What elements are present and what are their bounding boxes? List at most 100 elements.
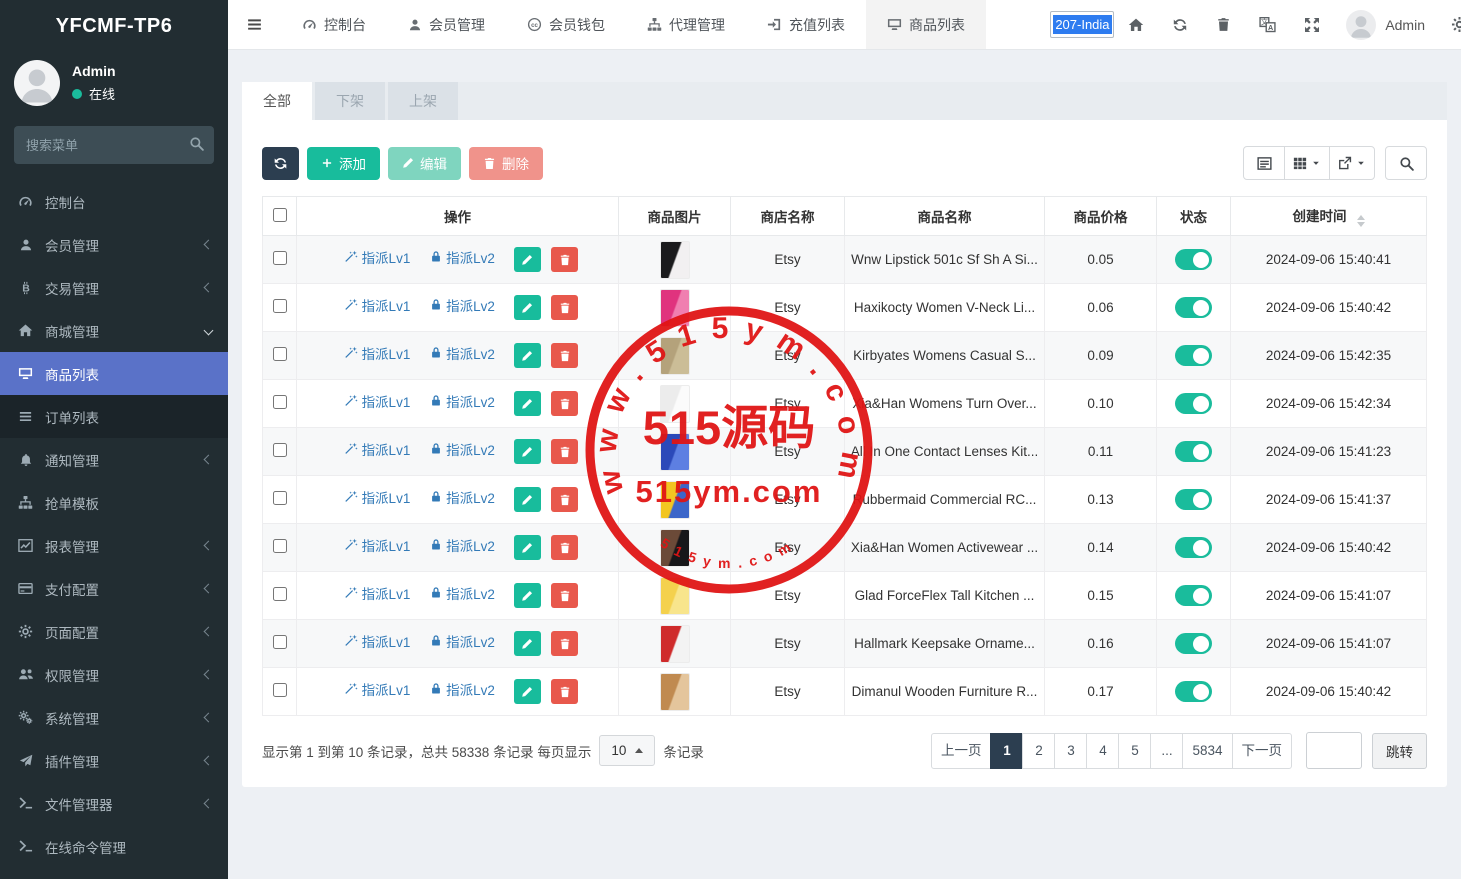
page-jump-button[interactable]: 跳转 xyxy=(1372,732,1427,769)
delete-row-button[interactable] xyxy=(551,487,579,513)
assign-lv1-link[interactable]: 指派Lv1 xyxy=(344,247,410,267)
trash-icon[interactable] xyxy=(1202,0,1245,49)
row-checkbox[interactable] xyxy=(272,635,287,649)
sidebar-item-mall-manage[interactable]: 商城管理 xyxy=(0,309,228,352)
row-checkbox[interactable] xyxy=(272,491,287,505)
status-toggle[interactable] xyxy=(1175,393,1212,414)
edit-row-button[interactable] xyxy=(513,583,541,609)
sidebar-item-file-manager[interactable]: 文件管理器 xyxy=(0,782,228,825)
columns-button[interactable] xyxy=(1284,146,1330,180)
sidebar-item-order-list[interactable]: 订单列表 xyxy=(0,395,228,438)
assign-lv2-link[interactable]: 指派Lv2 xyxy=(430,583,495,603)
menu-search-input[interactable] xyxy=(14,126,214,164)
sidebar-item-online-command[interactable]: 在线命令管理 xyxy=(0,825,228,868)
assign-lv1-link[interactable]: 指派Lv1 xyxy=(344,487,410,507)
edit-row-button[interactable] xyxy=(513,343,541,369)
edit-row-button[interactable] xyxy=(513,679,541,705)
row-checkbox[interactable] xyxy=(272,395,287,409)
topnav-item-member-wallet[interactable]: cc 会员钱包 xyxy=(506,0,626,49)
status-toggle[interactable] xyxy=(1175,585,1212,606)
delete-row-button[interactable] xyxy=(551,391,579,417)
assign-lv2-link[interactable]: 指派Lv2 xyxy=(430,487,495,507)
refresh-icon[interactable] xyxy=(1158,0,1202,49)
topnav-item-member-manage[interactable]: 会员管理 xyxy=(387,0,506,49)
page-button[interactable]: 4 xyxy=(1086,732,1120,769)
assign-lv1-link[interactable]: 指派Lv1 xyxy=(344,295,410,315)
assign-lv2-link[interactable]: 指派Lv2 xyxy=(430,343,495,363)
edit-row-button[interactable] xyxy=(513,487,541,513)
page-button[interactable]: 5 xyxy=(1118,732,1152,769)
assign-lv2-link[interactable]: 指派Lv2 xyxy=(430,439,495,459)
assign-lv2-link[interactable]: 指派Lv2 xyxy=(430,679,495,699)
page-button[interactable]: 3 xyxy=(1054,732,1088,769)
topnav-item-goods-list[interactable]: 商品列表 xyxy=(866,0,986,49)
page-button[interactable]: 下一页 xyxy=(1231,732,1292,769)
status-toggle[interactable] xyxy=(1175,297,1212,318)
column-header-created[interactable]: 创建时间 xyxy=(1230,196,1427,236)
sidebar-item-system-manage[interactable]: 系统管理 xyxy=(0,696,228,739)
fullscreen-icon[interactable] xyxy=(1290,0,1334,49)
delete-row-button[interactable] xyxy=(551,535,579,561)
page-button[interactable]: 上一页 xyxy=(930,732,992,769)
row-checkbox[interactable] xyxy=(272,539,287,553)
row-checkbox[interactable] xyxy=(272,251,287,265)
delete-row-button[interactable] xyxy=(551,583,579,609)
status-toggle[interactable] xyxy=(1175,249,1212,270)
delete-row-button[interactable] xyxy=(551,679,579,705)
assign-lv1-link[interactable]: 指派Lv1 xyxy=(344,631,410,651)
page-size-select[interactable]: 10 xyxy=(599,735,656,766)
host-input[interactable]: 207-India xyxy=(1050,11,1115,38)
sidebar-item-payment-config[interactable]: 支付配置 xyxy=(0,567,228,610)
sidebar-item-notice-manage[interactable]: 通知管理 xyxy=(0,438,228,481)
topnav-item-recharge-list[interactable]: 充值列表 xyxy=(746,0,866,49)
topnav-item-agent-manage[interactable]: 代理管理 xyxy=(626,0,746,49)
sidebar-item-report-manage[interactable]: 报表管理 xyxy=(0,524,228,567)
sidebar-item-permission-manage[interactable]: 权限管理 xyxy=(0,653,228,696)
detail-view-button[interactable] xyxy=(1243,146,1285,180)
row-checkbox[interactable] xyxy=(272,299,287,313)
assign-lv1-link[interactable]: 指派Lv1 xyxy=(344,391,410,411)
select-all-checkbox[interactable] xyxy=(272,207,287,222)
row-checkbox[interactable] xyxy=(272,347,287,361)
delete-row-button[interactable] xyxy=(551,439,579,465)
assign-lv2-link[interactable]: 指派Lv2 xyxy=(430,391,495,411)
export-button[interactable] xyxy=(1329,146,1375,180)
assign-lv2-link[interactable]: 指派Lv2 xyxy=(430,247,495,267)
sidebar-item-plugin-manage[interactable]: 插件管理 xyxy=(0,739,228,782)
edit-row-button[interactable] xyxy=(513,535,541,561)
page-button[interactable]: 2 xyxy=(1022,732,1056,769)
assign-lv2-link[interactable]: 指派Lv2 xyxy=(430,535,495,555)
edit-row-button[interactable] xyxy=(513,247,541,273)
delete-row-button[interactable] xyxy=(551,247,579,273)
assign-lv1-link[interactable]: 指派Lv1 xyxy=(344,583,410,603)
sidebar-toggle-button[interactable] xyxy=(228,0,281,49)
filter-tab[interactable]: 上架 xyxy=(388,82,458,120)
sidebar-item-grab-template[interactable]: 抢单模板 xyxy=(0,481,228,524)
sort-icon[interactable] xyxy=(1356,215,1365,227)
row-checkbox[interactable] xyxy=(272,683,287,697)
edit-row-button[interactable] xyxy=(513,439,541,465)
assign-lv2-link[interactable]: 指派Lv2 xyxy=(430,295,495,315)
refresh-button[interactable] xyxy=(262,146,299,180)
status-toggle[interactable] xyxy=(1175,489,1212,510)
status-toggle[interactable] xyxy=(1175,537,1212,558)
language-icon[interactable]: 文A xyxy=(1245,0,1290,49)
user-menu[interactable]: Admin xyxy=(1334,9,1437,40)
assign-lv1-link[interactable]: 指派Lv1 xyxy=(344,679,410,699)
sidebar-item-trade-manage[interactable]: B 交易管理 xyxy=(0,266,228,309)
delete-row-button[interactable] xyxy=(551,295,579,321)
delete-row-button[interactable] xyxy=(551,631,579,657)
page-jump-input[interactable] xyxy=(1306,732,1362,769)
edit-row-button[interactable] xyxy=(513,631,541,657)
sidebar-item-page-config[interactable]: 页面配置 xyxy=(0,610,228,653)
status-toggle[interactable] xyxy=(1175,441,1212,462)
delete-button[interactable]: 删除 xyxy=(469,146,543,180)
assign-lv2-link[interactable]: 指派Lv2 xyxy=(430,631,495,651)
assign-lv1-link[interactable]: 指派Lv1 xyxy=(344,439,410,459)
assign-lv1-link[interactable]: 指派Lv1 xyxy=(344,343,410,363)
row-checkbox[interactable] xyxy=(272,443,287,457)
filter-tab[interactable]: 下架 xyxy=(315,82,385,120)
sidebar-item-goods-list[interactable]: 商品列表 xyxy=(0,352,228,395)
edit-row-button[interactable] xyxy=(513,295,541,321)
page-button[interactable]: 5834 xyxy=(1182,732,1233,769)
